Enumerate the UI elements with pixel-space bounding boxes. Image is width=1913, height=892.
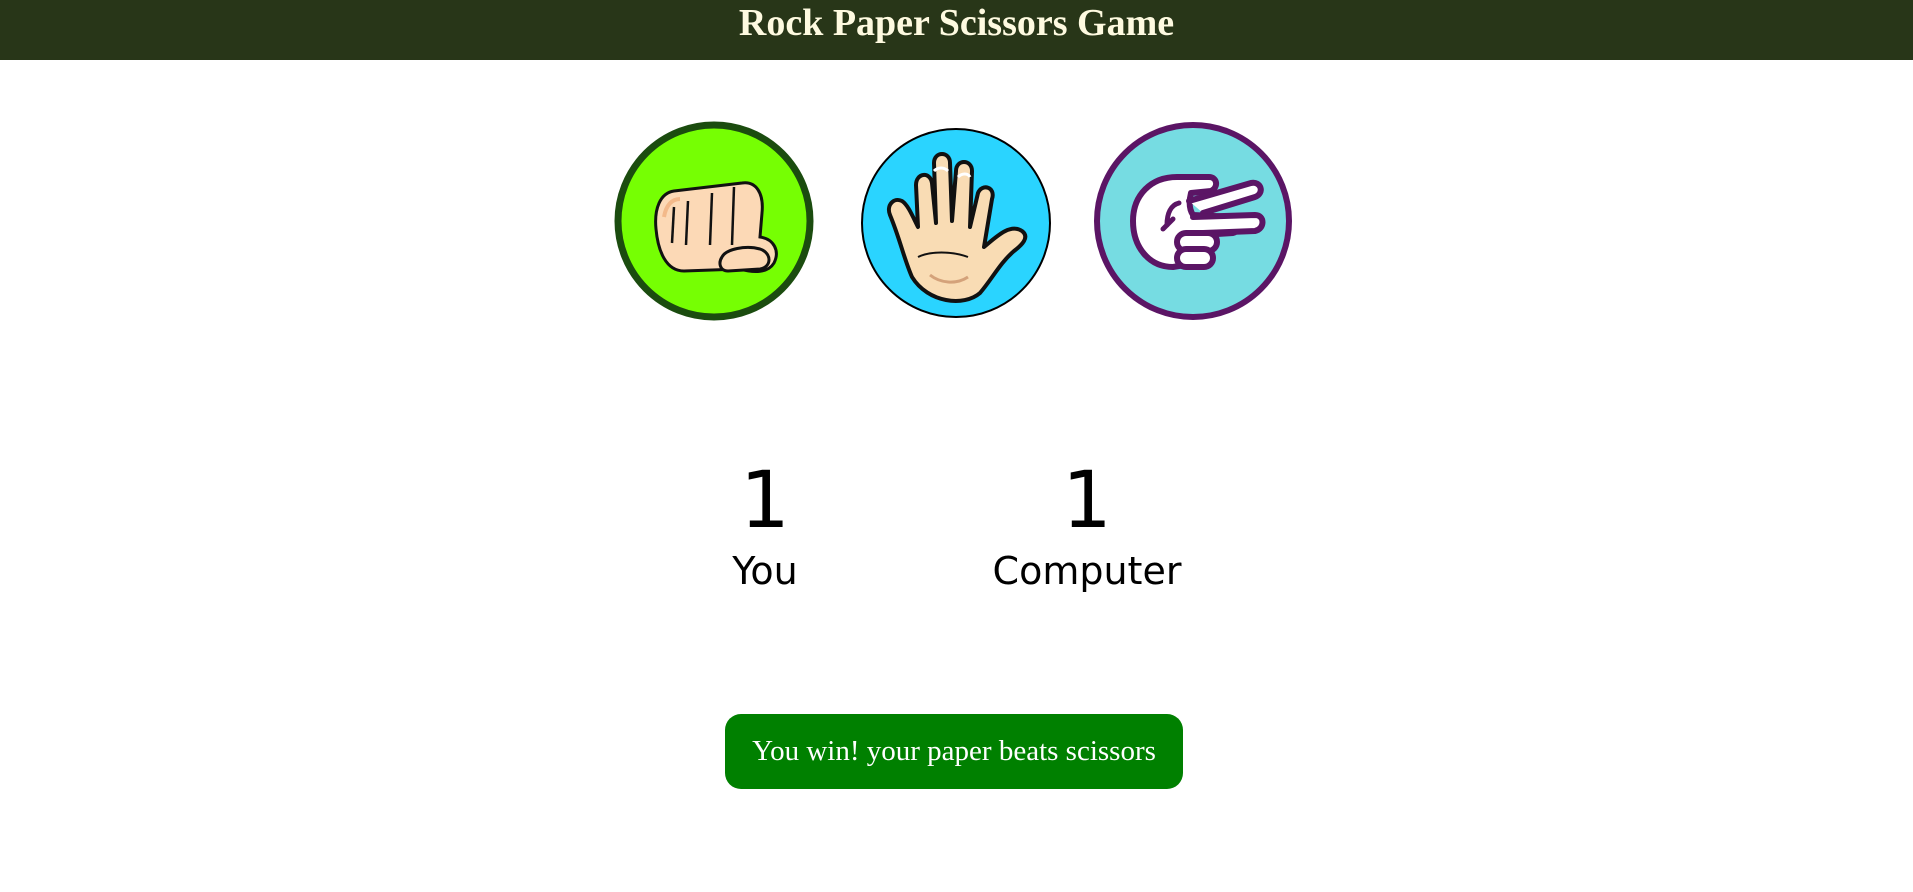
rock-choice-button[interactable] xyxy=(614,121,814,321)
user-score-value: 1 xyxy=(740,456,790,546)
open-hand-icon xyxy=(861,128,1051,318)
computer-score-panel: 1 Computer xyxy=(957,455,1217,595)
result-message: You win! your paper beats scissors xyxy=(725,714,1183,789)
scissors-choice-button[interactable] xyxy=(1093,121,1293,321)
fist-icon xyxy=(614,121,814,321)
computer-score-label: Computer xyxy=(992,549,1182,593)
paper-choice-button[interactable] xyxy=(860,127,1052,319)
computer-score-value: 1 xyxy=(1062,456,1112,546)
user-score-panel: 1 You xyxy=(635,455,895,595)
choices-container xyxy=(0,0,1913,330)
user-score-label: You xyxy=(732,549,798,593)
scissors-hand-icon xyxy=(1094,122,1292,320)
